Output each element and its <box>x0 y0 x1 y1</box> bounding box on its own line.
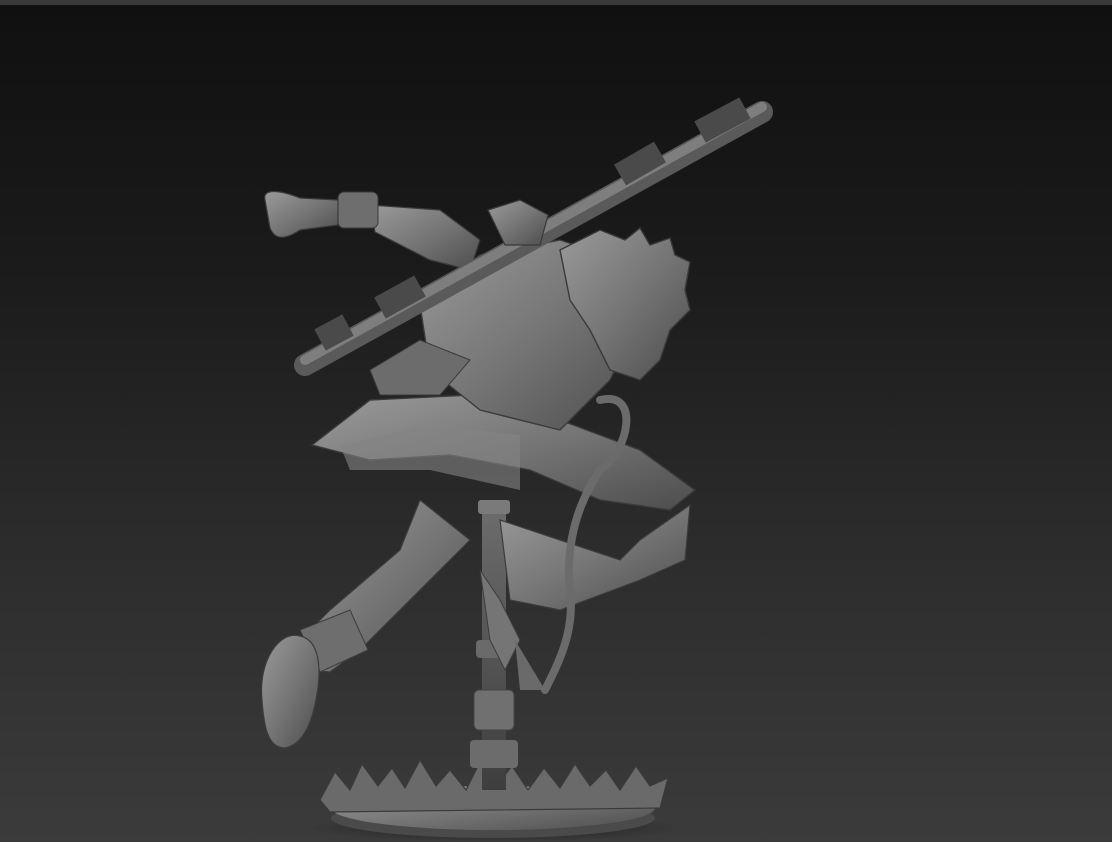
sculpt-viewport[interactable] <box>0 0 1112 842</box>
left-arm <box>264 190 481 271</box>
right-leg <box>479 503 691 690</box>
left-leg <box>260 499 471 749</box>
gripping-hand <box>487 199 549 246</box>
sculpt-model <box>260 97 773 842</box>
